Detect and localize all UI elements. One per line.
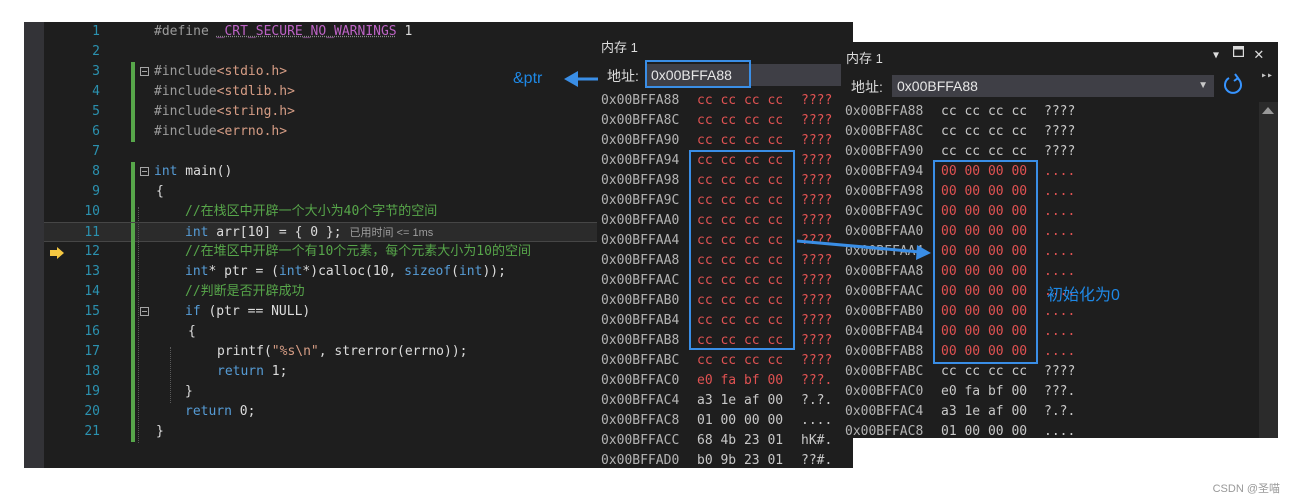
annotation-arrows [564,71,931,260]
ptr-annotation: &ptr [513,70,543,87]
init-zero-annotation: 初始化为0 [1047,287,1120,304]
region-arrow-icon [796,239,931,260]
ptr-arrow-icon [564,71,598,87]
watermark: CSDN @圣喵 [1212,483,1280,495]
